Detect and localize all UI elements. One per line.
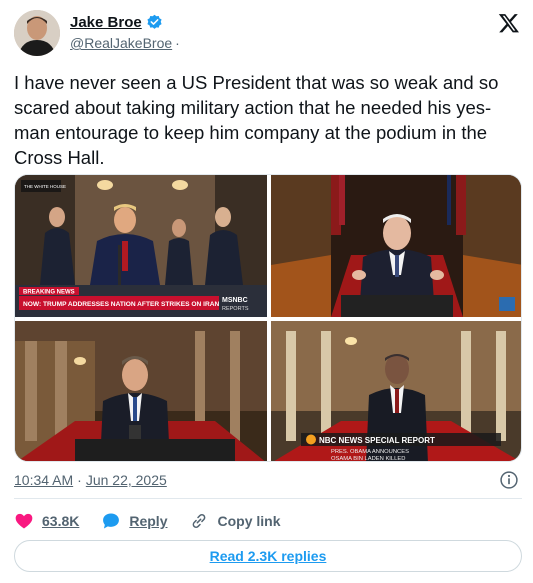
report-sub-line1: PRES. OBAMA ANNOUNCES (331, 449, 409, 455)
heart-icon (15, 513, 33, 529)
copy-link-button[interactable]: Copy link (189, 511, 281, 531)
handle-separator: · (175, 35, 180, 51)
report-sub-line2: OSAMA BIN LADEN KILLED (331, 456, 405, 462)
white-house-tag: THE WHITE HOUSE (24, 184, 66, 189)
x-logo-icon[interactable] (498, 12, 520, 34)
timestamp-separator: · (77, 472, 82, 488)
divider (14, 498, 522, 499)
display-name[interactable]: Jake Broe (70, 14, 142, 31)
like-count[interactable]: 63.8K (42, 513, 79, 529)
reply-label[interactable]: Reply (129, 513, 167, 529)
media-grid: BREAKING NEWS NOW: TRUMP ADDRESSES NATIO… (14, 174, 522, 462)
copy-link-label[interactable]: Copy link (217, 513, 280, 529)
network-sub: REPORTS (222, 306, 249, 312)
tweet-time[interactable]: 10:34 AM (14, 472, 73, 488)
tweet-text: I have never seen a US President that wa… (14, 72, 499, 168)
link-icon (193, 514, 206, 528)
network-logo: MSNBC (222, 297, 248, 304)
photo-biden-address[interactable] (271, 175, 521, 317)
special-report-banner: NBC NEWS SPECIAL REPORT (319, 436, 435, 445)
breaking-news-tag: BREAKING NEWS (23, 290, 75, 296)
read-replies-label[interactable]: Read 2.3K replies (210, 548, 327, 564)
reply-bubble-icon (103, 513, 120, 529)
tweet-header: Jake Broe @RealJakeBroe · (14, 10, 524, 58)
read-replies-button[interactable]: Read 2.3K replies (14, 540, 522, 572)
photo-obama-address[interactable]: NBC NEWS SPECIAL REPORT PRES. OBAMA ANNO… (271, 321, 521, 462)
like-button[interactable]: 63.8K (14, 511, 79, 531)
tweet-date[interactable]: Jun 22, 2025 (86, 472, 167, 488)
tweet-actions: 63.8K Reply Copy link (14, 509, 303, 533)
photo-trump-address[interactable]: BREAKING NEWS NOW: TRUMP ADDRESSES NATIO… (15, 175, 267, 317)
photo-bush-address[interactable] (15, 321, 267, 461)
avatar[interactable] (14, 10, 60, 56)
info-icon[interactable] (499, 470, 519, 490)
reply-button[interactable]: Reply (101, 511, 167, 531)
verified-badge-icon (147, 14, 162, 29)
tweet-timestamp[interactable]: 10:34 AM · Jun 22, 2025 (14, 472, 167, 488)
news-headline: NOW: TRUMP ADDRESSES NATION AFTER STRIKE… (23, 301, 219, 308)
author-handle[interactable]: @RealJakeBroe (70, 35, 172, 51)
